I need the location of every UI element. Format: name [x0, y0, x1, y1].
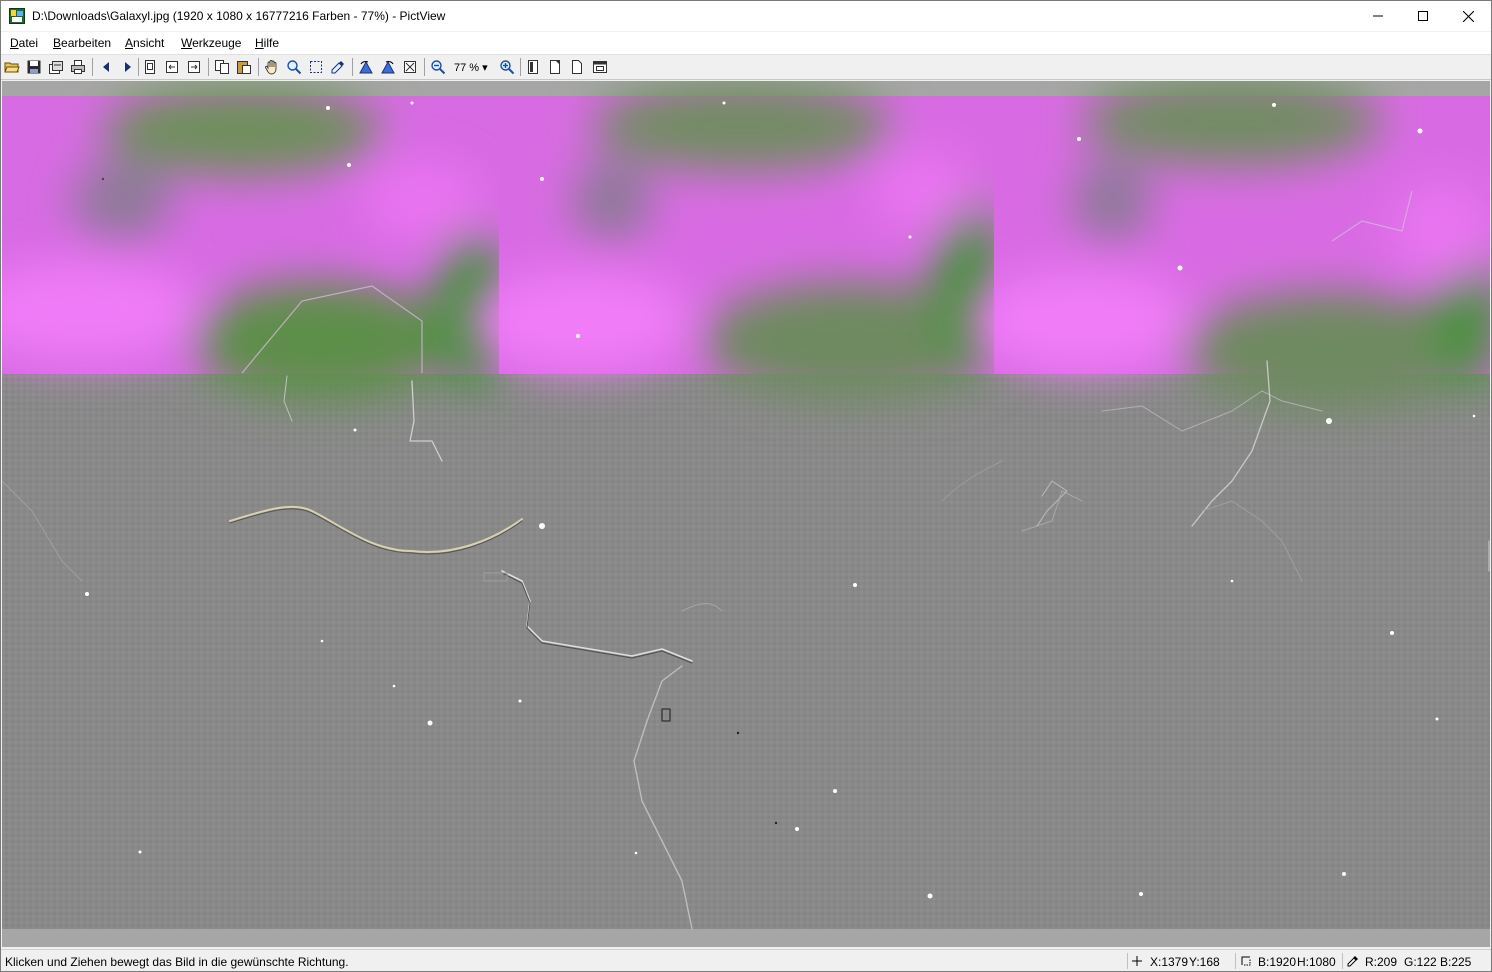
menu-label: earbeiten [61, 36, 112, 50]
menu-label: atei [18, 36, 39, 50]
pictview-app-icon[interactable] [9, 8, 25, 24]
window-title: D:\Downloads\Galaxyl.jpg (1920 x 1080 x … [32, 9, 446, 23]
image-height: H:1080 [1297, 955, 1336, 969]
menu-bar: Datei Bearbeiten Ansicht Werkzeuge Hilfe [1, 32, 1491, 55]
copy-button[interactable] [213, 58, 231, 76]
menu-hotkey: A [125, 36, 134, 50]
selection-size-icon [1241, 956, 1251, 966]
menu-hilfe[interactable]: Hilfe [255, 36, 279, 50]
properties-icon [49, 61, 63, 74]
page-c-button[interactable] [568, 58, 586, 76]
fit-width-button[interactable] [185, 58, 203, 76]
magnifier-tool-button[interactable] [285, 58, 303, 76]
menu-label: ilfe [263, 36, 280, 50]
open-button[interactable] [3, 58, 21, 76]
minimize-icon [1373, 15, 1383, 17]
hand-tool-button[interactable] [263, 58, 281, 76]
maximize-button[interactable] [1400, 1, 1446, 31]
open-folder-icon [4, 62, 20, 73]
zoom-out-button[interactable] [429, 58, 447, 76]
page-c-icon [572, 60, 582, 74]
close-icon [1462, 10, 1474, 22]
page-a-icon [528, 60, 538, 74]
zoom-in-icon [500, 60, 515, 75]
page-icon [145, 60, 155, 74]
window-icon [593, 61, 607, 73]
properties-button[interactable] [47, 58, 65, 76]
image-canvas[interactable] [2, 81, 1490, 947]
zoom-in-button[interactable] [498, 58, 516, 76]
color-picker-icon [1347, 956, 1358, 967]
menu-hotkey: H [255, 36, 264, 50]
print-icon [71, 60, 85, 74]
print-button[interactable] [69, 58, 87, 76]
pixel-green: G:122 [1404, 955, 1437, 969]
next-icon [125, 62, 131, 72]
window-button[interactable] [591, 58, 609, 76]
selection-icon [310, 61, 322, 73]
title-bar[interactable]: D:\Downloads\Galaxyl.jpg (1920 x 1080 x … [1, 1, 1491, 31]
status-message: Klicken und Ziehen bewegt das Bild in di… [5, 955, 349, 969]
fit-button[interactable] [163, 58, 181, 76]
hand-icon [265, 60, 277, 75]
pixel-red: R:209 [1365, 955, 1398, 969]
menu-label: erkzeuge [192, 36, 242, 50]
copy-icon [215, 60, 229, 74]
menu-bearbeiten[interactable]: Bearbeiten [53, 36, 111, 50]
rotate-right-button[interactable] [379, 58, 397, 76]
cursor-x: X:1379 [1150, 955, 1189, 969]
pictview-window: D:\Downloads\Galaxyl.jpg (1920 x 1080 x … [0, 0, 1492, 972]
transform-icon [404, 61, 416, 73]
paste-icon [237, 61, 251, 74]
magnifier-icon [287, 60, 302, 75]
save-button[interactable] [25, 58, 43, 76]
previous-button[interactable] [97, 58, 115, 76]
rotate-left-icon [359, 60, 373, 74]
selection-tool-button[interactable] [307, 58, 325, 76]
menu-hotkey: D [10, 36, 19, 50]
menu-hotkey: B [53, 36, 62, 50]
page-a-button[interactable] [524, 58, 542, 76]
page-b-icon [550, 60, 560, 74]
menu-label: nsicht [133, 36, 165, 50]
pixel-blue: B:225 [1440, 955, 1472, 969]
eyedropper-icon [331, 61, 344, 74]
menu-hotkey: W [181, 36, 193, 50]
rotate-left-button[interactable] [357, 58, 375, 76]
transform-button[interactable] [401, 58, 419, 76]
fit-width-icon [188, 61, 200, 73]
save-icon [27, 60, 41, 74]
page-button[interactable] [141, 58, 159, 76]
minimize-button[interactable] [1355, 1, 1401, 31]
previous-icon [103, 62, 109, 72]
galaxy-image[interactable] [2, 81, 1490, 947]
crosshair-icon [1132, 956, 1142, 966]
zoom-out-icon [431, 60, 446, 75]
zoom-level-dropdown[interactable]: 77 % ▾ [454, 61, 488, 74]
image-width: B:1920 [1258, 955, 1297, 969]
status-bar: Klicken und Ziehen bewegt das Bild in di… [1, 949, 1491, 971]
fit-icon [166, 61, 178, 73]
menu-ansicht[interactable]: Ansicht [125, 36, 164, 50]
eyedropper-tool-button[interactable] [329, 58, 347, 76]
close-button[interactable] [1445, 1, 1491, 31]
maximize-icon [1418, 11, 1428, 21]
cursor-y: Y:168 [1189, 955, 1220, 969]
toolbar: 77 % ▾ [1, 55, 1491, 80]
rotate-right-icon [381, 60, 395, 74]
next-button[interactable] [119, 58, 137, 76]
page-b-button[interactable] [546, 58, 564, 76]
menu-werkzeuge[interactable]: Werkzeuge [181, 36, 241, 50]
menu-datei[interactable]: Datei [10, 36, 38, 50]
paste-button[interactable] [235, 58, 253, 76]
